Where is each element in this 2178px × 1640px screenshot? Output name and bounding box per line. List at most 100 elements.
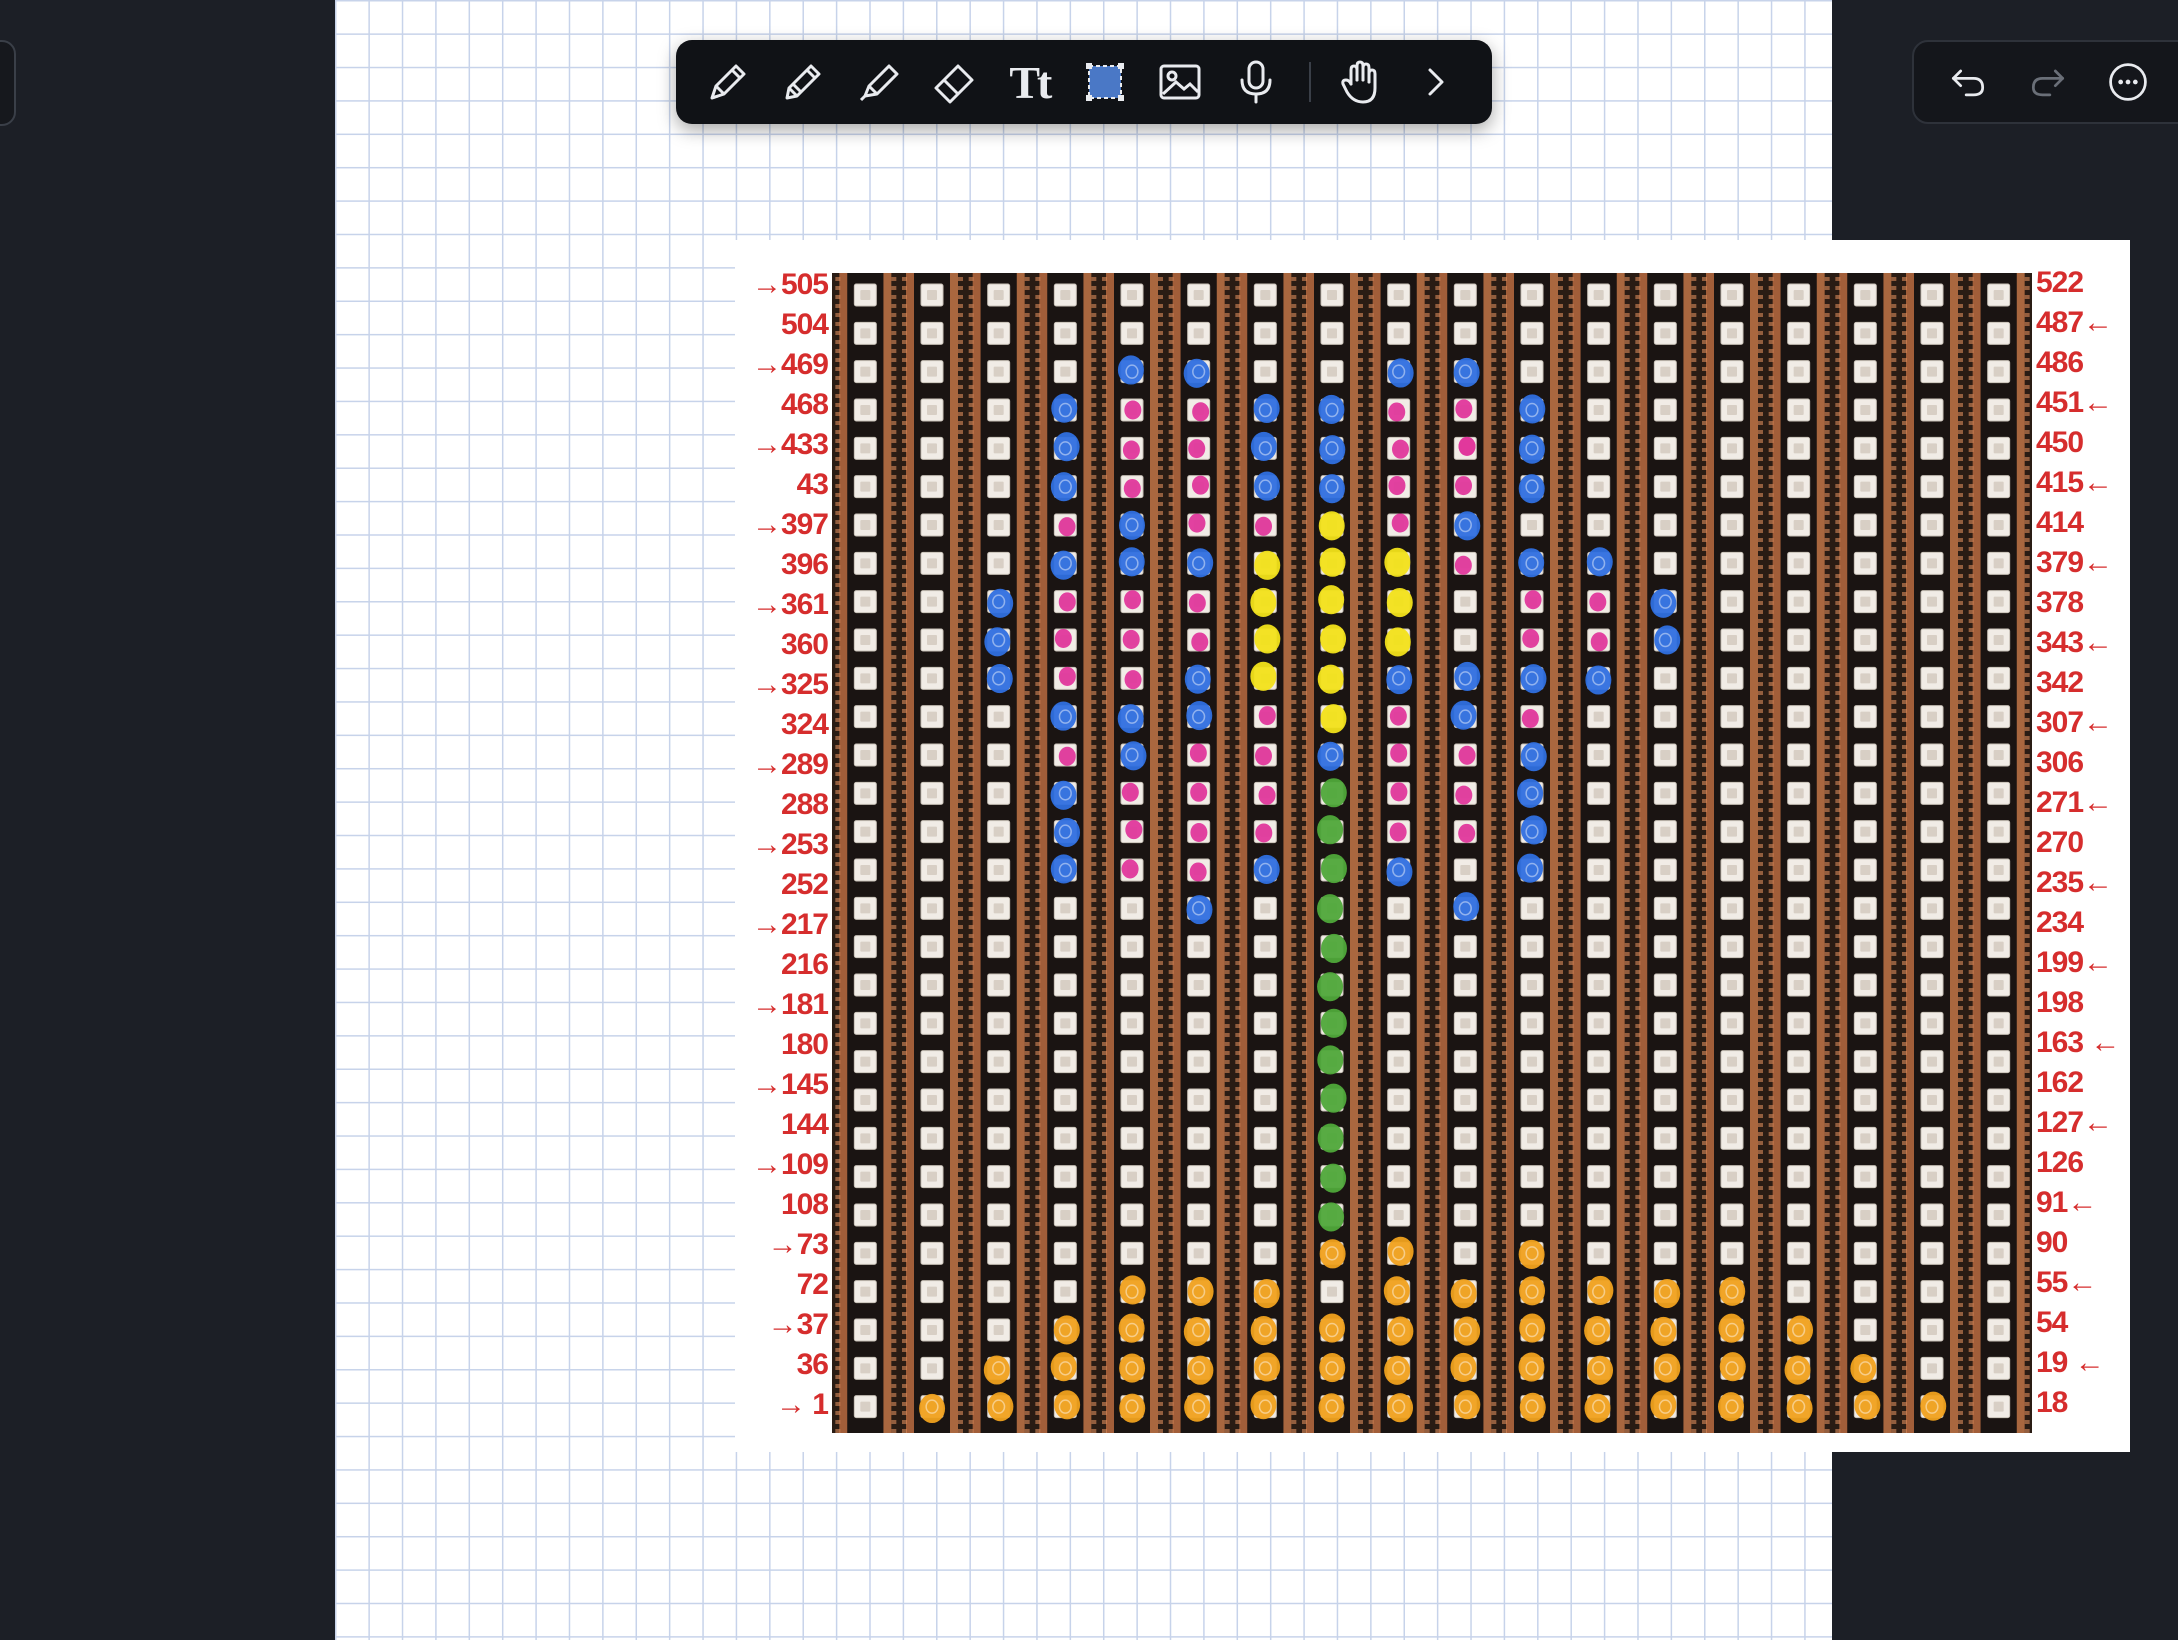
led-mark-orange (1250, 1390, 1277, 1420)
led-chip (987, 973, 1011, 997)
led-chip (920, 781, 944, 805)
led-chip (1853, 781, 1877, 805)
led-mark-orange (1318, 1393, 1345, 1423)
led-chip (1920, 896, 1944, 920)
lasso-tool[interactable] (1069, 46, 1140, 118)
pencil-tool[interactable] (767, 46, 838, 118)
more-icon (2109, 63, 2147, 101)
led-mark-green (1320, 778, 1347, 808)
led-mark-orange (1718, 1313, 1745, 1343)
right-row-label: 235← (2036, 866, 2113, 899)
led-chip (1853, 1088, 1877, 1112)
led-chip (987, 935, 1011, 959)
led-chip (1920, 628, 1944, 652)
led-chip (1120, 896, 1144, 920)
undo-button[interactable] (1928, 46, 2008, 118)
led-chip (1853, 475, 1877, 499)
led-chip (1587, 1241, 1611, 1265)
pen-tool[interactable] (692, 46, 763, 118)
led-mark-orange (1519, 1313, 1546, 1343)
led-chip (920, 1280, 944, 1304)
hand-tool[interactable] (1325, 46, 1396, 118)
redo-icon (2031, 69, 2065, 97)
eraser-tool[interactable] (918, 46, 989, 118)
image-tool[interactable] (1144, 46, 1215, 118)
led-chip (1787, 513, 1811, 537)
led-chip (1853, 321, 1877, 345)
led-chip (1720, 973, 1744, 997)
led-mark-green (1317, 894, 1344, 924)
left-row-label: →73 (767, 1228, 829, 1261)
led-chip (1920, 935, 1944, 959)
led-chip (1987, 1395, 2011, 1419)
led-chip (1720, 513, 1744, 537)
led-mark-orange (1650, 1390, 1677, 1420)
led-chip (1653, 1165, 1677, 1189)
led-chip (1653, 1203, 1677, 1227)
led-mark-orange (1053, 1315, 1080, 1345)
led-chip (987, 1165, 1011, 1189)
led-chip (920, 551, 944, 575)
led-chip (1653, 1126, 1677, 1150)
right-row-label: 55← (2036, 1266, 2097, 1299)
led-mark-pink (1391, 439, 1409, 459)
led-mark-green (1317, 1045, 1344, 1075)
text-tool[interactable]: Tt (994, 46, 1065, 118)
led-chip (1853, 1318, 1877, 1342)
led-chip (1720, 436, 1744, 460)
led-chip (1587, 1165, 1611, 1189)
led-mark-blue (1386, 857, 1413, 887)
pasted-photo-frame[interactable]: →505 504 →469 468 →433 43 →397 396 →361 360 →325 32… (735, 240, 2130, 1452)
led-chip (1387, 1165, 1411, 1189)
led-chip (1853, 513, 1877, 537)
led-chip (1520, 1203, 1544, 1227)
left-panel-edge[interactable] (0, 40, 16, 126)
led-mark-blue (984, 627, 1011, 657)
led-chip (1053, 1241, 1077, 1265)
led-mark-blue (1319, 435, 1346, 465)
redo-button[interactable] (2008, 46, 2088, 118)
led-mark-yellow (1250, 661, 1277, 691)
right-row-label: 54 (2036, 1306, 2068, 1339)
more-options-button[interactable] (2088, 46, 2168, 118)
left-row-label: →325 (751, 668, 829, 701)
left-row-label: →433 (751, 428, 829, 461)
led-chip (1787, 935, 1811, 959)
right-row-label: 451← (2036, 386, 2113, 419)
led-chip (1053, 1165, 1077, 1189)
left-row-label: 288 (780, 788, 829, 821)
left-row-label: 360 (780, 628, 829, 661)
led-mark-orange (1319, 1239, 1346, 1269)
led-chip (853, 935, 877, 959)
led-mark-pink (1123, 478, 1141, 499)
audio-tool[interactable] (1220, 46, 1291, 118)
led-chip (1787, 475, 1811, 499)
led-chip (853, 1126, 877, 1150)
led-chip (1853, 1280, 1877, 1304)
led-chip (1787, 628, 1811, 652)
led-chip (853, 743, 877, 767)
led-mark-pink (1189, 743, 1207, 763)
led-mark-pink (1522, 628, 1540, 649)
led-chip (853, 1050, 877, 1074)
led-chip (1653, 475, 1677, 499)
right-row-label: 162 (2036, 1066, 2084, 1099)
led-mark-orange (1054, 1390, 1081, 1420)
right-row-label: 18 (2036, 1386, 2068, 1419)
led-mark-orange (1253, 1279, 1280, 1309)
led-chip (1453, 858, 1477, 882)
left-row-label: 180 (780, 1028, 829, 1061)
led-chip (1253, 321, 1277, 345)
note-canvas[interactable]: →505 504 →469 468 →433 43 →397 396 →361 360 →325 32… (335, 0, 2130, 1640)
led-mark-pink (1524, 590, 1542, 610)
led-chip (1587, 705, 1611, 729)
led-chip (1987, 743, 2011, 767)
led-mark-green (1317, 972, 1344, 1002)
led-chip (1587, 1126, 1611, 1150)
led-chip (1920, 781, 1944, 805)
led-chip (1387, 1011, 1411, 1035)
led-chip (1787, 398, 1811, 422)
more-tools-button[interactable] (1401, 46, 1472, 118)
highlighter-tool[interactable] (843, 46, 914, 118)
led-chip (853, 1318, 877, 1342)
